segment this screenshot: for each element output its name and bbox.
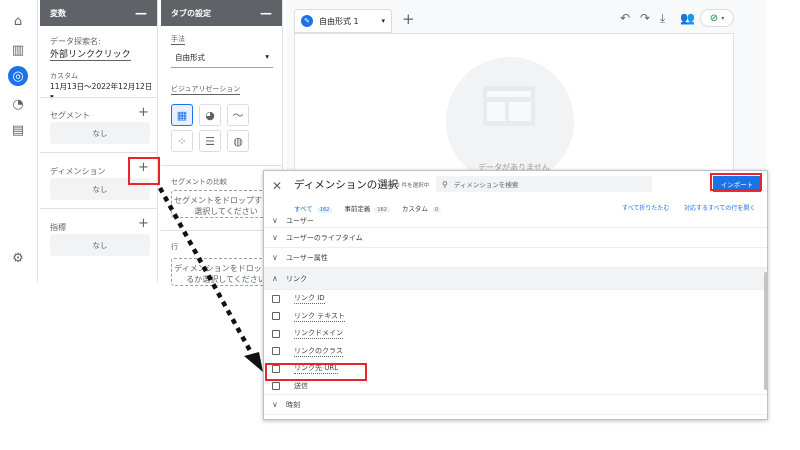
dotted-arrow [158, 186, 263, 372]
arrow-line [158, 186, 255, 358]
arrow-head-icon [244, 352, 263, 372]
